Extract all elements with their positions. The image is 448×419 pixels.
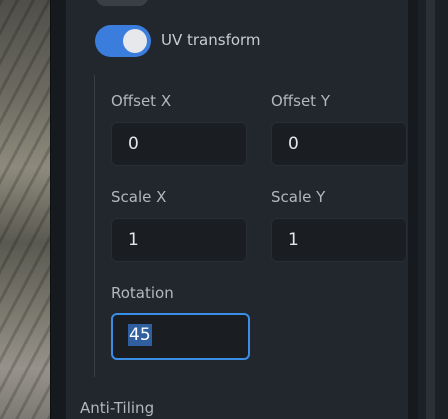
uv-transform-label: UV transform	[161, 31, 261, 49]
rotation-input[interactable]: 45	[111, 313, 250, 360]
anti-tiling-heading: Anti-Tiling	[80, 399, 155, 417]
viewport-3d-scene[interactable]	[0, 0, 54, 419]
group-indent-line	[94, 75, 95, 377]
scale-y-label: Scale Y	[271, 188, 326, 206]
rotation-label: Rotation	[111, 284, 174, 302]
scale-x-input[interactable]: 1	[111, 218, 247, 262]
offset-x-label: Offset X	[111, 92, 172, 110]
offset-x-input[interactable]: 0	[111, 122, 247, 166]
offset-y-label: Offset Y	[271, 92, 330, 110]
scrolled-button[interactable]	[96, 0, 148, 6]
rotation-value-selected: 45	[128, 324, 152, 346]
material-card: UV transform Offset X Offset Y 0 0 Scale…	[66, 0, 408, 419]
scale-x-label: Scale X	[111, 188, 167, 206]
properties-panel: UV transform Offset X Offset Y 0 0 Scale…	[50, 0, 419, 419]
screen: UV transform Offset X Offset Y 0 0 Scale…	[0, 0, 448, 419]
offset-y-input[interactable]: 0	[271, 122, 407, 166]
toggle-knob	[123, 29, 147, 53]
scale-y-input[interactable]: 1	[271, 218, 407, 262]
scrollbar-track[interactable]	[426, 0, 435, 419]
uv-transform-toggle[interactable]	[95, 25, 151, 57]
